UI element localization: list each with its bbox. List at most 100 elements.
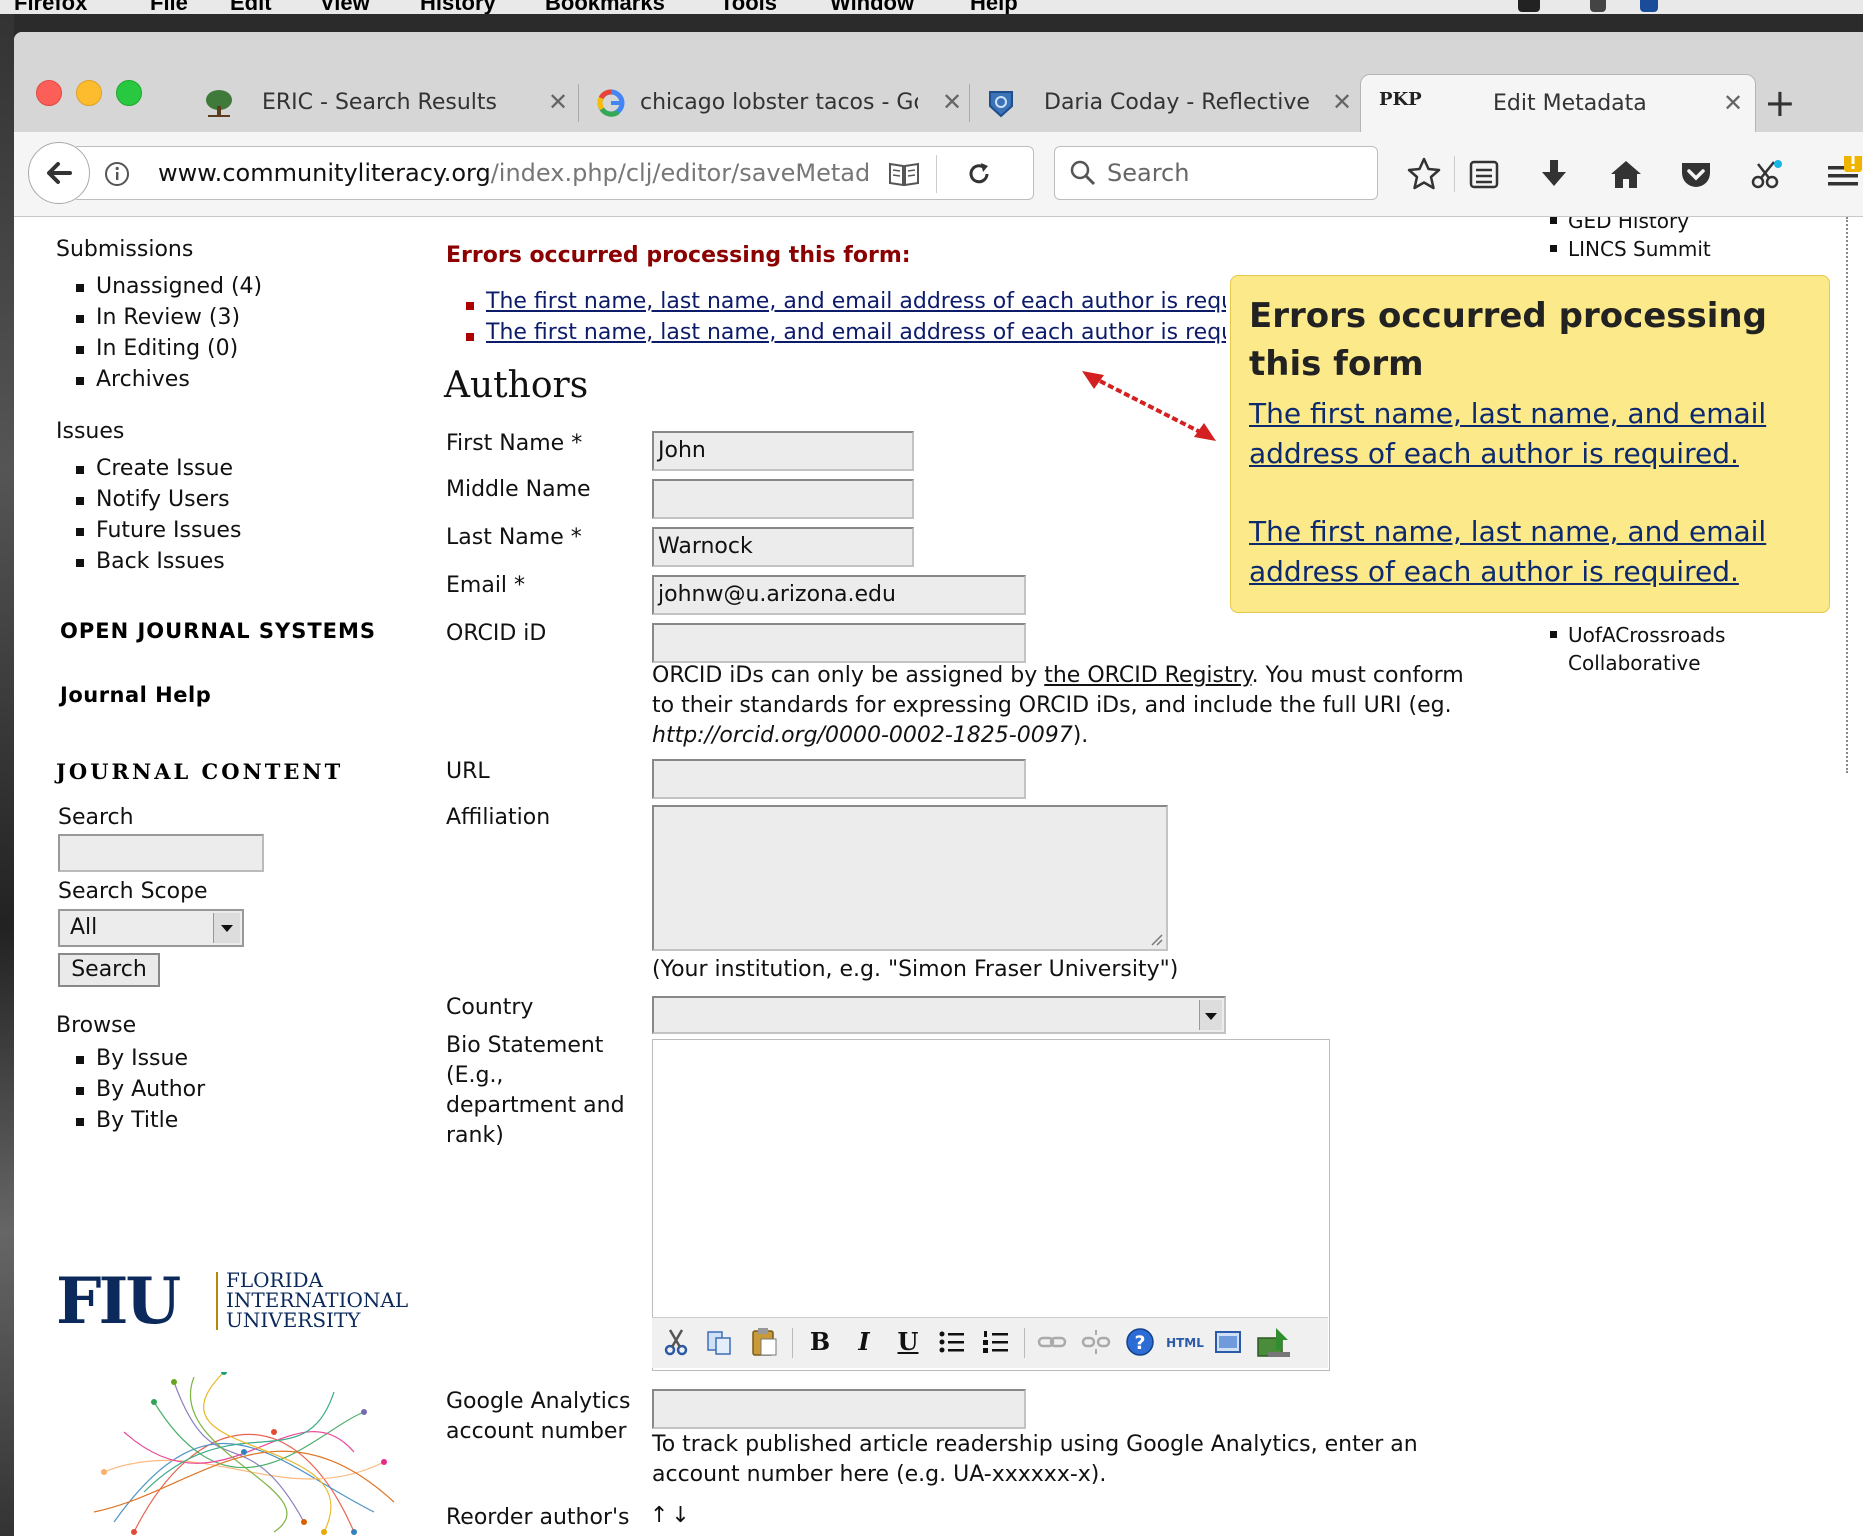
sidebar-item-notify-users[interactable]: Notify Users [56, 484, 241, 515]
menu-bookmarks[interactable]: Bookmarks [545, 0, 665, 14]
html-source-icon[interactable]: HTML [1164, 1326, 1206, 1358]
help-icon[interactable]: ? [1124, 1326, 1156, 1358]
first-name-field[interactable]: John [652, 431, 914, 471]
window-minimize-button[interactable] [76, 80, 102, 106]
menu-tools[interactable]: Tools [720, 0, 777, 14]
error-list-container: The first name, last name, and email add… [446, 289, 1226, 359]
browse-by-author-link[interactable]: By Author [56, 1074, 205, 1105]
copy-icon[interactable] [704, 1326, 736, 1358]
sidebar-item-future-issues[interactable]: Future Issues [56, 515, 241, 546]
error-tooltip: Errors occurred processing this form The… [1230, 275, 1830, 613]
pocket-icon[interactable] [1678, 156, 1714, 192]
search-scope-select[interactable]: All [58, 909, 244, 947]
hamburger-menu-icon[interactable] [1822, 156, 1862, 192]
google-analytics-field[interactable] [652, 1389, 1026, 1429]
email-field[interactable]: johnw@u.arizona.edu [652, 575, 1026, 615]
sidebar-item-archives[interactable]: Archives [56, 364, 262, 395]
close-tab-icon[interactable]: ✕ [548, 88, 568, 116]
tooltip-error-link[interactable]: The first name, last name, and email add… [1249, 394, 1809, 474]
close-tab-icon[interactable]: ✕ [1332, 88, 1352, 116]
country-select[interactable] [652, 996, 1226, 1034]
chevron-down-icon[interactable] [213, 913, 240, 943]
pkp-icon: PKP [1379, 89, 1422, 110]
error-link[interactable]: The first name, last name, and email add… [486, 320, 1226, 345]
link-icon[interactable] [1036, 1326, 1068, 1358]
tab-daria[interactable]: Daria Coday - Reflective Po ✕ [976, 74, 1354, 132]
url-path: /index.php/clj/editor/saveMetadata [490, 159, 868, 187]
column-divider [1846, 217, 1848, 773]
orcid-registry-link[interactable]: the ORCID Registry [1044, 663, 1251, 688]
menu-window[interactable]: Window [830, 0, 914, 14]
sidebar-item-in-review[interactable]: In Review (3) [56, 302, 262, 333]
url-field[interactable] [652, 759, 1026, 799]
numbered-list-icon[interactable] [980, 1326, 1012, 1358]
bookmark-star-icon[interactable] [1406, 156, 1442, 192]
close-tab-icon[interactable]: ✕ [942, 88, 962, 116]
sidebar-item-unassigned[interactable]: Unassigned (4) [56, 271, 262, 302]
sidebar-search-button[interactable]: Search [58, 953, 160, 987]
status-icon[interactable] [1518, 0, 1540, 12]
tab-eric[interactable]: ERIC - Search Results ✕ [194, 74, 574, 132]
underline-icon[interactable]: U [892, 1326, 924, 1358]
right-sidebar-link[interactable]: LINCS Summit [1548, 235, 1711, 263]
tooltip-error-link[interactable]: The first name, last name, and email add… [1249, 512, 1809, 592]
close-tab-icon[interactable]: ✕ [1723, 89, 1743, 117]
reading-list-icon[interactable] [1466, 156, 1502, 192]
fullscreen-icon[interactable] [1212, 1326, 1244, 1358]
error-item[interactable]: The first name, last name, and email add… [446, 289, 1226, 320]
sidebar-search-input[interactable] [58, 834, 264, 872]
window-close-button[interactable] [36, 80, 62, 106]
window-maximize-button[interactable] [116, 80, 142, 106]
italic-icon[interactable]: I [848, 1326, 880, 1358]
reader-view-icon[interactable] [888, 161, 920, 187]
reload-icon[interactable] [966, 161, 992, 187]
info-icon[interactable] [104, 161, 130, 187]
orcid-field[interactable] [652, 623, 1026, 663]
image-upload-icon[interactable] [1254, 1326, 1294, 1358]
status-icon[interactable] [1640, 0, 1658, 12]
tooltip-title: Errors occurred processing this form [1249, 296, 1767, 384]
menu-help[interactable]: Help [970, 0, 1018, 14]
error-link[interactable]: The first name, last name, and email add… [486, 289, 1226, 314]
resize-handle-icon[interactable] [1148, 931, 1164, 947]
download-icon[interactable] [1536, 156, 1572, 192]
new-tab-plus-icon[interactable]: + [1764, 84, 1796, 122]
fiu-logo-line: UNIVERSITY [226, 1308, 361, 1332]
sidebar-item-in-editing[interactable]: In Editing (0) [56, 333, 262, 364]
sidebar-item-back-issues[interactable]: Back Issues [56, 546, 241, 577]
menu-firefox[interactable]: Firefox [14, 0, 87, 14]
tab-google[interactable]: chicago lobster tacos - Go ✕ [584, 74, 964, 132]
right-sidebar-link[interactable]: UofACrossroads Collaborative [1548, 621, 1748, 677]
url-text[interactable]: www.communityliteracy.org/index.php/clj/… [158, 159, 868, 187]
fiu-logo-line: INTERNATIONAL [226, 1288, 409, 1312]
home-icon[interactable] [1608, 156, 1644, 192]
back-button[interactable] [28, 142, 90, 204]
journal-help-link[interactable]: Journal Help [60, 683, 211, 707]
error-item[interactable]: The first name, last name, and email add… [446, 320, 1226, 351]
status-icon[interactable] [1590, 0, 1606, 12]
ojs-block-title[interactable]: OPEN JOURNAL SYSTEMS [60, 619, 376, 643]
right-sidebar-link[interactable]: GED History [1548, 217, 1711, 235]
menu-edit[interactable]: Edit [230, 0, 272, 14]
bullet-list-icon[interactable] [936, 1326, 968, 1358]
menu-history[interactable]: History [420, 0, 496, 14]
menu-file[interactable]: File [150, 0, 188, 14]
browse-by-title-link[interactable]: By Title [56, 1105, 205, 1136]
screenshot-tool-icon[interactable] [1750, 156, 1786, 192]
paste-icon[interactable] [748, 1326, 780, 1358]
url-bar[interactable]: www.communityliteracy.org/index.php/clj/… [76, 146, 1034, 200]
cut-icon[interactable] [660, 1326, 692, 1358]
fiu-logo[interactable]: FIU FLORIDA INTERNATIONAL UNIVERSITY [56, 1270, 416, 1342]
bold-icon[interactable]: B [804, 1326, 836, 1358]
menu-view[interactable]: View [320, 0, 370, 14]
affiliation-textarea[interactable] [652, 805, 1168, 951]
reorder-arrows-icon[interactable]: ↑↓ [650, 1501, 693, 1531]
sidebar-item-create-issue[interactable]: Create Issue [56, 453, 241, 484]
search-bar[interactable]: Search [1054, 146, 1378, 200]
tab-edit-metadata[interactable]: PKP Edit Metadata ✕ [1360, 74, 1756, 132]
browse-by-issue-link[interactable]: By Issue [56, 1043, 205, 1074]
middle-name-field[interactable] [652, 479, 914, 519]
unlink-icon[interactable] [1080, 1326, 1112, 1358]
last-name-field[interactable]: Warnock [652, 527, 914, 567]
chevron-down-icon[interactable] [1199, 1000, 1222, 1030]
